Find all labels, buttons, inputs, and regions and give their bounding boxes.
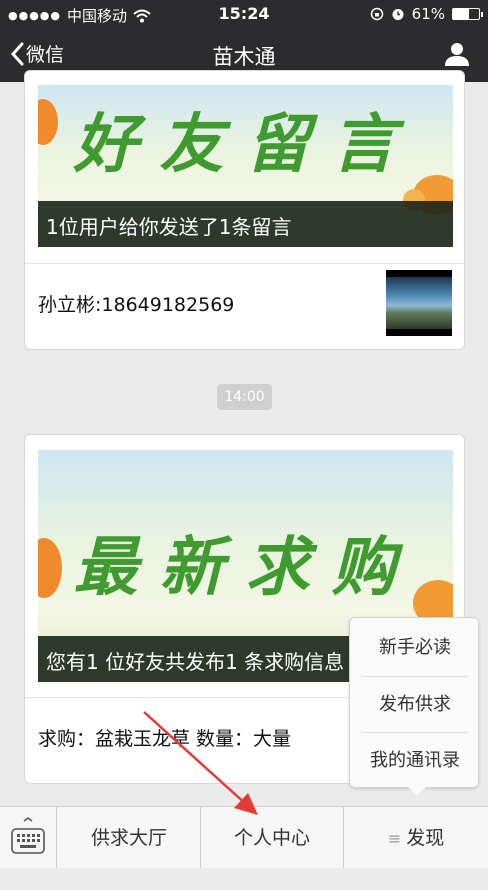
battery-icon [452,8,483,20]
page-title: 苗木通 [212,45,276,69]
tab-discover-label: 发现 [406,827,445,849]
tab-discover[interactable]: ≡ 发现 [344,807,488,869]
bottom-edge [0,868,488,890]
contact-info: 孙立彬:18649182569 [38,294,235,316]
menu-item-contacts[interactable]: 我的通讯录 [362,732,468,788]
alarm-icon [392,9,404,20]
purchase-info: 求购：盆栽玉龙草 数量：大量 [38,728,292,750]
bottom-menu-bar: 供求大厅 个人中心 ≡ 发现 [0,806,488,869]
banner-title: 好友留言 [73,107,418,182]
card-detail-row: 孙立彬:18649182569 [25,263,464,349]
keyboard-toggle-button[interactable] [0,807,57,869]
battery-percent: 61% [411,5,445,23]
rotation-lock-icon [370,7,383,21]
banner-title: 最新求购 [73,530,418,605]
message-card[interactable]: 好友留言 1位用户给你发送了1条留言 孙立彬:18649182569 [24,70,465,350]
banner-caption: 1位用户给你发送了1条留言 [38,201,453,247]
profile-button[interactable] [444,41,470,71]
menu-item-beginner-guide[interactable]: 新手必读 [362,620,468,676]
user-icon [445,43,469,66]
keyboard-icon [11,817,45,854]
thumbnail-image [386,270,452,336]
menu-lines-icon: ≡ [387,829,407,848]
tab-supply-hall[interactable]: 供求大厅 [58,807,201,869]
tab-personal-center[interactable]: 个人中心 [201,807,344,869]
status-bar: ●●●●● 中国移动 15:24 61% [0,0,488,28]
menu-item-publish-supply[interactable]: 发布供求 [362,676,468,732]
timestamp-badge: 14:00 [217,384,272,410]
card-banner: 好友留言 1位用户给你发送了1条留言 [38,85,453,247]
popup-menu: 新手必读 发布供求 我的通讯录 [349,617,479,796]
